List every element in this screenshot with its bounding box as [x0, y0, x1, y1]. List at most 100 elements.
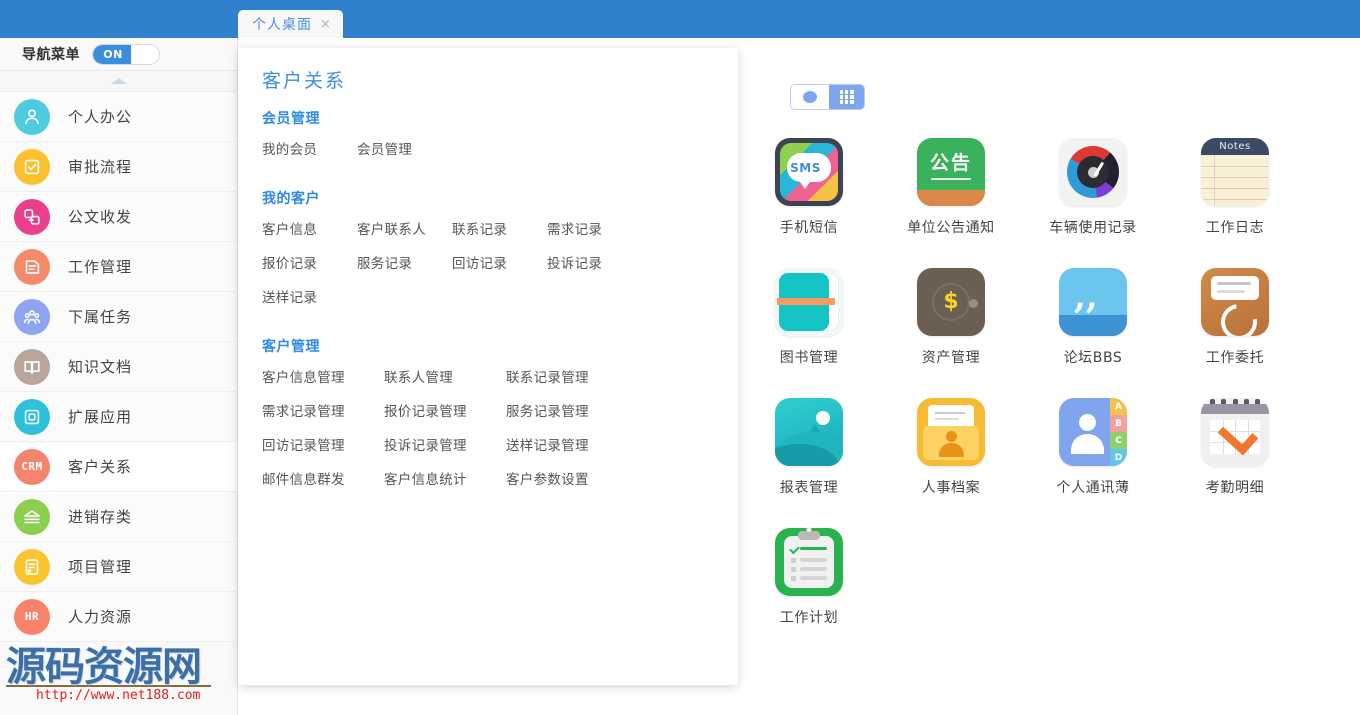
- menu-link[interactable]: 联系记录管理: [506, 366, 628, 386]
- sidebar-item-7[interactable]: 扩展应用: [0, 392, 237, 442]
- app-tile[interactable]: 人事档案: [880, 398, 1022, 528]
- app-label: 人事档案: [921, 480, 981, 496]
- app-label: 工作计划: [779, 610, 839, 626]
- menu-link[interactable]: 报价记录: [262, 252, 357, 272]
- menu-panel-groups: 会员管理 我的会员 会员管理 我的客户 客户信息 客户联系人 联系记录 需求记录 报价记录 服务记…: [262, 108, 722, 518]
- menu-link-list: 我的会员 会员管理: [262, 138, 722, 172]
- menu-group: 客户管理客户信息管理 联系人管理 联系记录管理需求记录管理 报价记录管理 服务记录管理回…: [262, 336, 722, 502]
- list-view-button[interactable]: [791, 85, 829, 109]
- tab-personal-desktop[interactable]: 个人桌面 ×: [238, 10, 343, 38]
- app-tile[interactable]: A B C D 个人通讯薄: [1022, 398, 1164, 528]
- app-tile[interactable]: 报表管理: [738, 398, 880, 528]
- app-label: 论坛BBS: [1063, 350, 1123, 366]
- sidebar-item-label: 项目管理: [68, 558, 133, 576]
- menu-link[interactable]: 联系记录: [452, 218, 547, 238]
- app-tile[interactable]: $ 资产管理: [880, 268, 1022, 398]
- attendance-calendar-icon: [1201, 398, 1269, 466]
- top-bar: [0, 0, 1360, 38]
- menu-link[interactable]: 邮件信息群发: [262, 468, 384, 488]
- project-icon: [14, 548, 50, 585]
- app-tile[interactable]: ,, 论坛BBS: [1022, 268, 1164, 398]
- menu-link[interactable]: 客户联系人: [357, 218, 452, 238]
- tab-label: 个人桌面: [252, 17, 312, 33]
- quote-bubble-icon: ,,: [1059, 268, 1127, 336]
- sidebar-item-6[interactable]: 知识文档: [0, 342, 237, 392]
- menu-link[interactable]: 需求记录: [547, 218, 642, 238]
- app-tile[interactable]: 图书管理: [738, 268, 880, 398]
- app-tile[interactable]: 考勤明细: [1164, 398, 1306, 528]
- caret-up-icon[interactable]: [110, 78, 127, 84]
- sidebar: 导航菜单 ON 个人办公审批流程公文收发工作管理下属任务知识文档扩展应用 CRM 客…: [0, 38, 238, 715]
- sidebar-item-4[interactable]: 工作管理: [0, 242, 237, 292]
- menu-link[interactable]: 服务记录管理: [506, 400, 628, 420]
- sidebar-item-label: 个人办公: [68, 108, 133, 126]
- circle-icon: [803, 91, 817, 103]
- menu-link[interactable]: 送样记录管理: [506, 434, 628, 454]
- app-tile[interactable]: SMS 手机短信: [738, 138, 880, 268]
- personnel-file-icon: [917, 398, 985, 466]
- view-mode-toggle[interactable]: [790, 84, 865, 110]
- app-label: 考勤明细: [1205, 480, 1265, 496]
- menu-link[interactable]: 联系人管理: [384, 366, 506, 386]
- sidebar-item-8[interactable]: CRM 客户关系: [0, 442, 237, 492]
- menu-link[interactable]: 客户信息: [262, 218, 357, 238]
- app-label: 单位公告通知: [907, 220, 995, 236]
- sidebar-item-label: 进销存类: [68, 508, 133, 526]
- sidebar-item-label: 审批流程: [68, 158, 133, 176]
- sidebar-item-2[interactable]: 审批流程: [0, 142, 237, 192]
- app-label: 工作日志: [1205, 220, 1265, 236]
- sidebar-item-label: 下属任务: [68, 308, 133, 326]
- menu-link[interactable]: 服务记录: [357, 252, 452, 272]
- sidebar-item-5[interactable]: 下属任务: [0, 292, 237, 342]
- menu-link[interactable]: 客户参数设置: [506, 468, 628, 488]
- sidebar-collapse-row[interactable]: [0, 71, 237, 92]
- close-icon[interactable]: ×: [320, 18, 331, 31]
- document-exchange-icon: [14, 198, 50, 235]
- sidebar-item-1[interactable]: 个人办公: [0, 92, 237, 142]
- menu-link[interactable]: 客户信息管理: [262, 366, 384, 386]
- sidebar-item-label: 客户关系: [68, 458, 133, 476]
- menu-group-title: 客户管理: [262, 339, 320, 355]
- app-tile[interactable]: 工作委托: [1164, 268, 1306, 398]
- menu-link[interactable]: 客户信息统计: [384, 468, 506, 488]
- grid-icon: [839, 90, 854, 104]
- desktop-area: SMS 手机短信 公告 单位公告通知 车辆使用记录 Notes 工作日志图书管理 $ 资产管理,…: [738, 38, 1360, 715]
- approval-icon: [14, 148, 50, 185]
- customer-relations-menu-panel: 客户关系 会员管理 我的会员 会员管理 我的客户 客户信息 客户联系人 联系记录 需求记录 报价…: [238, 48, 738, 685]
- menu-link[interactable]: 报价记录管理: [384, 400, 506, 420]
- app-label: 报表管理: [779, 480, 839, 496]
- app-tile[interactable]: 工作计划: [738, 528, 880, 658]
- app-label: 个人通讯薄: [1056, 480, 1130, 496]
- app-tile[interactable]: 公告 单位公告通知: [880, 138, 1022, 268]
- app-label: 手机短信: [779, 220, 839, 236]
- menu-link[interactable]: 需求记录管理: [262, 400, 384, 420]
- sidebar-item-label: 扩展应用: [68, 408, 133, 426]
- sidebar-item-3[interactable]: 公文收发: [0, 192, 237, 242]
- entrust-icon: [1201, 268, 1269, 336]
- sidebar-item-10[interactable]: 项目管理: [0, 542, 237, 592]
- team-icon: [14, 298, 50, 335]
- book-icon: [775, 268, 843, 336]
- contacts-icon: ABCD: [1059, 398, 1127, 466]
- menu-group-title: 会员管理: [262, 111, 320, 127]
- nav-menu-toggle[interactable]: ON: [92, 43, 160, 65]
- menu-link[interactable]: 投诉记录管理: [384, 434, 506, 454]
- menu-link[interactable]: 我的会员: [262, 138, 357, 158]
- grid-view-button[interactable]: [829, 85, 864, 109]
- extension-icon: [14, 398, 50, 435]
- nav-menu-header: 导航菜单 ON: [0, 38, 237, 71]
- menu-link[interactable]: 回访记录: [452, 252, 547, 272]
- app-label: 图书管理: [779, 350, 839, 366]
- sidebar-item-11[interactable]: HR 人力资源: [0, 592, 237, 642]
- app-tile[interactable]: Notes 工作日志: [1164, 138, 1306, 268]
- app-tile[interactable]: 车辆使用记录: [1022, 138, 1164, 268]
- menu-link[interactable]: 送样记录: [262, 286, 357, 306]
- menu-link[interactable]: 会员管理: [357, 138, 452, 158]
- sidebar-item-label: 工作管理: [68, 258, 133, 276]
- menu-link[interactable]: 回访记录管理: [262, 434, 384, 454]
- toggle-state-label: ON: [93, 44, 133, 64]
- sidebar-item-9[interactable]: 进销存类: [0, 492, 237, 542]
- menu-link-list: 客户信息 客户联系人 联系记录 需求记录报价记录 服务记录 回访记录 投诉记录送样记录: [262, 218, 722, 320]
- task-icon: [14, 248, 50, 285]
- menu-link[interactable]: 投诉记录: [547, 252, 642, 272]
